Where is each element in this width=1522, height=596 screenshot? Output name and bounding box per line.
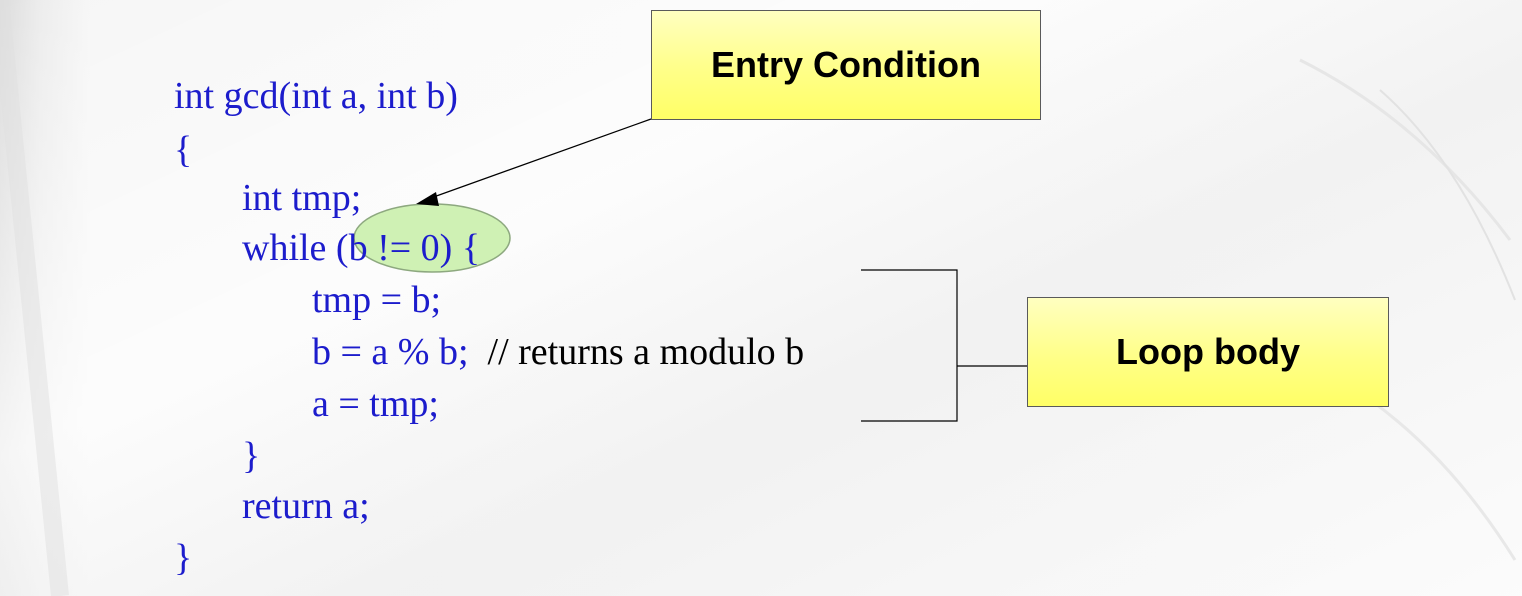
code-line-return: return a; <box>242 485 370 527</box>
code-line-close-function: } <box>174 537 193 579</box>
code-line-assign-a: a = tmp; <box>312 383 439 425</box>
entry-condition-arrowhead <box>416 192 439 206</box>
loop-body-bracket <box>861 269 958 422</box>
modulo-comment: // returns a modulo b <box>487 331 805 373</box>
loop-body-label: Loop body <box>1116 331 1300 372</box>
entry-condition-callout: Entry Condition <box>651 10 1041 120</box>
entry-condition-arrow-line <box>427 118 652 200</box>
code-line-declare-tmp: int tmp; <box>242 177 362 219</box>
code-line-open-brace: { <box>174 129 193 171</box>
code-line-signature: int gcd(int a, int b) <box>174 75 458 117</box>
entry-condition-label: Entry Condition <box>711 44 981 85</box>
loop-body-callout: Loop body <box>1027 297 1389 407</box>
modulo-statement: b = a % b; <box>312 331 469 373</box>
code-line-close-loop: } <box>242 435 261 477</box>
code-line-while: while (b != 0) { <box>242 227 481 269</box>
code-line-assign-tmp: tmp = b; <box>312 279 442 321</box>
code-line-modulo: b = a % b; // returns a modulo b <box>312 328 804 376</box>
